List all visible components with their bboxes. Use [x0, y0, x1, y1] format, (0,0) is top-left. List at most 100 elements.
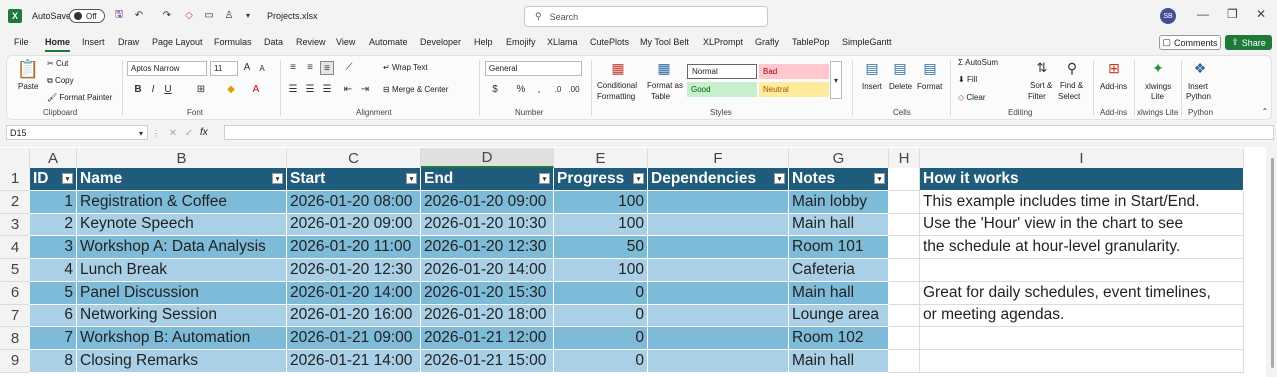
table-cell[interactable]: 2026-01-20 08:00 — [287, 190, 421, 214]
decrease-font-icon[interactable]: A — [256, 62, 268, 74]
share-button[interactable]: ⇪ Share — [1225, 35, 1272, 50]
table-cell[interactable]: 2026-01-21 09:00 — [287, 327, 421, 350]
vertical-scrollbar[interactable] — [1268, 148, 1277, 377]
table-cell[interactable]: 2026-01-21 14:00 — [287, 350, 421, 373]
table-cell[interactable] — [648, 304, 789, 328]
align-top-icon[interactable]: ≡ — [287, 61, 299, 73]
font-color-icon[interactable]: A — [250, 82, 262, 96]
insert-python-label-2[interactable]: Python — [1186, 92, 1211, 101]
decrease-indent-icon[interactable]: ⇤ — [342, 83, 354, 95]
filter-dropdown-icon[interactable]: ▾ — [874, 173, 885, 185]
cancel-formula-icon[interactable]: ✕ — [167, 127, 179, 139]
table-cell[interactable]: 0 — [554, 350, 648, 373]
how-it-works-text[interactable]: This example includes time in Start/End. — [920, 190, 1244, 214]
tab-developer[interactable]: Developer — [420, 37, 461, 47]
table-cell[interactable]: 7 — [30, 327, 77, 350]
how-it-works-text[interactable]: the schedule at hour-level granularity. — [920, 236, 1244, 259]
paste-button[interactable]: Paste — [18, 82, 38, 91]
table-cell[interactable]: Lounge area — [789, 304, 889, 328]
table-cell[interactable]: Closing Remarks — [77, 350, 287, 373]
row-header-2[interactable]: 2 — [0, 190, 30, 214]
insert-cells-icon[interactable]: ▤ — [862, 59, 882, 77]
table-cell[interactable]: 50 — [554, 236, 648, 259]
cell-h[interactable] — [889, 213, 920, 237]
comments-button[interactable]: ▢ Comments — [1159, 35, 1221, 50]
row-header-6[interactable]: 6 — [0, 281, 30, 305]
wrap-text-button[interactable]: ↵ Wrap Text — [383, 63, 428, 72]
format-as-table-icon[interactable]: ▦ — [654, 59, 674, 77]
style-normal[interactable]: Normal — [687, 64, 757, 79]
align-left-icon[interactable]: ☰ — [287, 83, 299, 95]
table-cell[interactable]: Keynote Speech — [77, 213, 287, 237]
xlwings-label-2[interactable]: Lite — [1151, 92, 1164, 101]
table-cell[interactable]: Main hall — [789, 350, 889, 373]
table-header-dependencies[interactable]: Dependencies ▾ — [648, 168, 789, 191]
table-cell[interactable]: 2 — [30, 213, 77, 237]
presentation-icon[interactable]: ▭ — [202, 8, 216, 22]
table-cell[interactable]: 2026-01-20 15:30 — [421, 281, 554, 305]
autosum-button[interactable]: Σ AutoSum — [958, 58, 998, 67]
table-header-name[interactable]: Name ▾ — [77, 168, 287, 191]
save-icon[interactable]: 🖫 — [112, 8, 126, 22]
tab-xllama[interactable]: XLlama — [547, 37, 578, 47]
how-it-works-text[interactable]: Use the 'Hour' view in the chart to see — [920, 213, 1244, 237]
row-header-3[interactable]: 3 — [0, 213, 30, 237]
filter-dropdown-icon[interactable]: ▾ — [406, 173, 417, 185]
borders-icon[interactable]: ⊞ — [195, 82, 207, 96]
column-header-e[interactable]: E — [554, 148, 648, 168]
sort-filter-label-1[interactable]: Sort & — [1030, 81, 1052, 90]
format-painter-button[interactable]: 🖌 Format Painter — [47, 93, 112, 102]
table-cell[interactable]: 2026-01-20 14:00 — [421, 259, 554, 282]
sort-filter-label-2[interactable]: Filter — [1028, 92, 1046, 101]
table-cell[interactable]: 2026-01-20 12:30 — [421, 236, 554, 259]
cell-h[interactable] — [889, 190, 920, 214]
filter-dropdown-icon[interactable]: ▾ — [633, 173, 644, 185]
table-cell[interactable] — [648, 350, 789, 373]
filter-dropdown-icon[interactable]: ▾ — [774, 173, 785, 185]
cell-h[interactable] — [889, 350, 920, 373]
cell-h[interactable] — [889, 304, 920, 328]
table-header-id[interactable]: ID ▾ — [30, 168, 77, 191]
cut-button[interactable]: ✂ Cut — [47, 59, 68, 68]
name-box-dropdown-icon[interactable]: ▾ — [136, 127, 146, 139]
delete-cells-icon[interactable]: ▤ — [890, 59, 910, 77]
format-cells-icon[interactable]: ▤ — [920, 59, 940, 77]
copy-button[interactable]: ⧉ Copy — [47, 76, 74, 86]
conditional-formatting-label-1[interactable]: Conditional — [597, 81, 637, 90]
table-cell[interactable]: Lunch Break — [77, 259, 287, 282]
table-cell[interactable]: Room 101 — [789, 236, 889, 259]
font-name-select[interactable]: Aptos Narrow — [127, 61, 207, 76]
tab-home[interactable]: Home — [45, 37, 70, 47]
table-cell[interactable]: 2026-01-21 12:00 — [421, 327, 554, 350]
column-header-c[interactable]: C — [287, 148, 421, 168]
orientation-icon[interactable]: ⟋ — [342, 61, 356, 73]
styles-more-icon[interactable]: ▾ — [830, 61, 842, 99]
clipboard-icon[interactable]: 📋 — [17, 58, 39, 80]
tab-review[interactable]: Review — [296, 37, 326, 47]
comma-style-icon[interactable]: , — [533, 83, 545, 95]
increase-indent-icon[interactable]: ⇥ — [359, 83, 371, 95]
table-cell[interactable]: 0 — [554, 304, 648, 328]
tab-cuteplots[interactable]: CutePlots — [590, 37, 629, 47]
percent-icon[interactable]: % — [515, 83, 527, 95]
tab-draw[interactable]: Draw — [118, 37, 139, 47]
column-header-b[interactable]: B — [77, 148, 287, 168]
tab-help[interactable]: Help — [474, 37, 493, 47]
table-cell[interactable]: 2026-01-20 11:00 — [287, 236, 421, 259]
sort-filter-icon[interactable]: ⇅ — [1032, 59, 1052, 77]
format-as-table-label-2[interactable]: Table — [651, 92, 670, 101]
enter-formula-icon[interactable]: ✓ — [183, 127, 195, 139]
align-center-icon[interactable]: ☰ — [304, 83, 316, 95]
table-cell[interactable]: Registration & Coffee — [77, 190, 287, 214]
table-cell[interactable]: 5 — [30, 281, 77, 305]
table-header-start[interactable]: Start ▾ — [287, 168, 421, 191]
table-cell[interactable]: 2026-01-20 09:00 — [287, 213, 421, 237]
filter-dropdown-icon[interactable]: ▾ — [62, 173, 73, 185]
fill-button[interactable]: ⬇ Fill — [958, 75, 977, 84]
table-cell[interactable]: Main lobby — [789, 190, 889, 214]
close-icon[interactable]: ✕ — [1256, 7, 1266, 21]
table-cell[interactable]: 100 — [554, 190, 648, 214]
number-format-select[interactable]: General — [485, 61, 582, 76]
autosave-toggle[interactable]: Off — [69, 9, 105, 23]
row-header-7[interactable]: 7 — [0, 304, 30, 328]
